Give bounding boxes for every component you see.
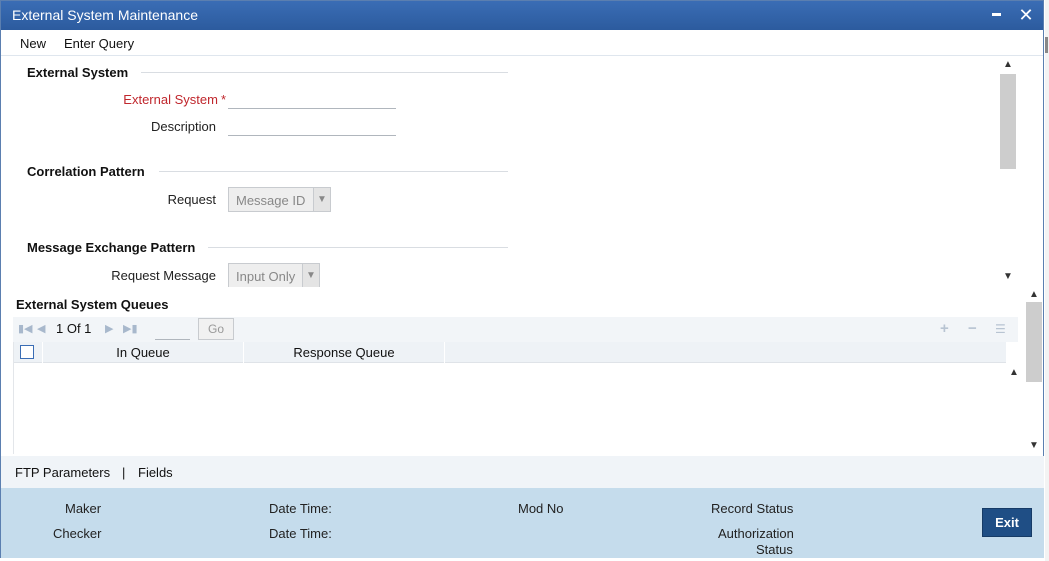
tab-fields[interactable]: Fields	[138, 465, 173, 480]
scrollbar-thumb[interactable]	[1000, 74, 1016, 169]
required-indicator: *	[220, 92, 226, 107]
minimize-button[interactable]	[985, 4, 1007, 26]
queues-scrollbar[interactable]: ▲ ▼	[1026, 288, 1042, 454]
maker-label: Maker	[65, 501, 102, 516]
in-queue-column-header[interactable]: In Queue	[43, 345, 243, 360]
request-message-label: Request Message	[111, 268, 216, 283]
section-divider	[141, 72, 508, 73]
section-divider	[159, 171, 508, 172]
select-all-checkbox[interactable]	[20, 345, 34, 359]
first-page-icon[interactable]: ▮◀	[18, 322, 33, 335]
request-select[interactable]: Message ID ▼	[228, 187, 331, 212]
menu-bar: New Enter Query	[1, 30, 1043, 56]
external-system-input[interactable]	[228, 91, 396, 109]
form-area: External System External System * Descrip…	[1, 57, 1018, 287]
external-system-section-title: External System	[27, 65, 129, 80]
window-title: External System Maintenance	[12, 7, 198, 23]
queues-grid: In Queue Response Queue ▲	[13, 342, 1021, 454]
maker-date-time-label: Date Time:	[269, 501, 332, 516]
authorization-status-label-line1: Authorization	[718, 526, 794, 541]
tab-separator: |	[122, 465, 126, 480]
tab-ftp-parameters[interactable]: FTP Parameters	[15, 465, 110, 480]
edge-marker	[1045, 37, 1048, 53]
chevron-down-icon: ▼	[313, 188, 330, 211]
main-window: External System Maintenance ✕ New Enter …	[0, 0, 1044, 558]
pagination-text: 1 Of 1	[56, 321, 92, 336]
next-page-icon[interactable]: ▶	[105, 322, 113, 335]
scroll-down-icon[interactable]: ▼	[1000, 270, 1016, 284]
request-message-select[interactable]: Input Only ▼	[228, 263, 320, 287]
queues-section-title: External System Queues	[16, 297, 169, 312]
request-select-value: Message ID	[236, 193, 306, 208]
minimize-icon	[991, 13, 1001, 17]
add-row-icon[interactable]: +	[940, 320, 949, 337]
background-edge	[1045, 0, 1049, 561]
title-bar: External System Maintenance ✕	[1, 1, 1043, 30]
response-queue-column-header[interactable]: Response Queue	[244, 345, 444, 360]
page-number-input[interactable]	[155, 320, 190, 340]
scroll-up-icon[interactable]: ▲	[1000, 58, 1016, 72]
new-menu-item[interactable]: New	[20, 36, 46, 51]
form-scrollbar[interactable]: ▲ ▼	[1000, 57, 1016, 285]
message-exchange-pattern-section-title: Message Exchange Pattern	[27, 240, 196, 255]
delete-row-icon[interactable]: −	[968, 320, 977, 337]
authorization-status-label-line2: Status	[756, 542, 793, 557]
tab-bar: FTP Parameters | Fields	[1, 456, 1044, 488]
scroll-up-icon[interactable]: ▲	[1026, 288, 1042, 302]
last-page-icon[interactable]: ▶▮	[123, 322, 138, 335]
description-input[interactable]	[228, 118, 396, 136]
correlation-pattern-section-title: Correlation Pattern	[27, 164, 145, 179]
request-message-select-value: Input Only	[236, 269, 296, 284]
description-label: Description	[150, 119, 216, 134]
record-status-label: Record Status	[711, 501, 794, 516]
checker-date-time-label: Date Time:	[269, 526, 332, 541]
checker-label: Checker	[53, 526, 102, 541]
mod-no-label: Mod No	[518, 501, 564, 516]
section-divider	[208, 247, 508, 248]
previous-page-icon[interactable]: ◀	[37, 322, 45, 335]
grid-toolbar: ▮◀ ◀ 1 Of 1 ▶ ▶▮ Go + − ☰	[13, 317, 1018, 342]
enter-query-menu-item[interactable]: Enter Query	[64, 36, 134, 51]
list-view-icon[interactable]: ☰	[995, 322, 1006, 336]
audit-footer: Maker Checker Date Time: Date Time: Mod …	[1, 488, 1044, 558]
scrollbar-thumb[interactable]	[1026, 302, 1042, 382]
close-button[interactable]: ✕	[1015, 4, 1037, 26]
request-label: Request	[167, 192, 216, 207]
scroll-up-icon[interactable]: ▲	[1007, 366, 1021, 380]
exit-button[interactable]: Exit	[982, 508, 1032, 537]
grid-header: In Queue Response Queue	[14, 342, 1006, 363]
column-separator	[444, 342, 445, 363]
external-system-label: External System *	[123, 92, 226, 107]
close-icon: ✕	[1018, 5, 1034, 25]
scroll-down-icon[interactable]: ▼	[1026, 439, 1042, 453]
go-button[interactable]: Go	[198, 318, 234, 340]
grid-scrollbar[interactable]: ▲	[1007, 363, 1021, 454]
chevron-down-icon: ▼	[302, 264, 319, 287]
